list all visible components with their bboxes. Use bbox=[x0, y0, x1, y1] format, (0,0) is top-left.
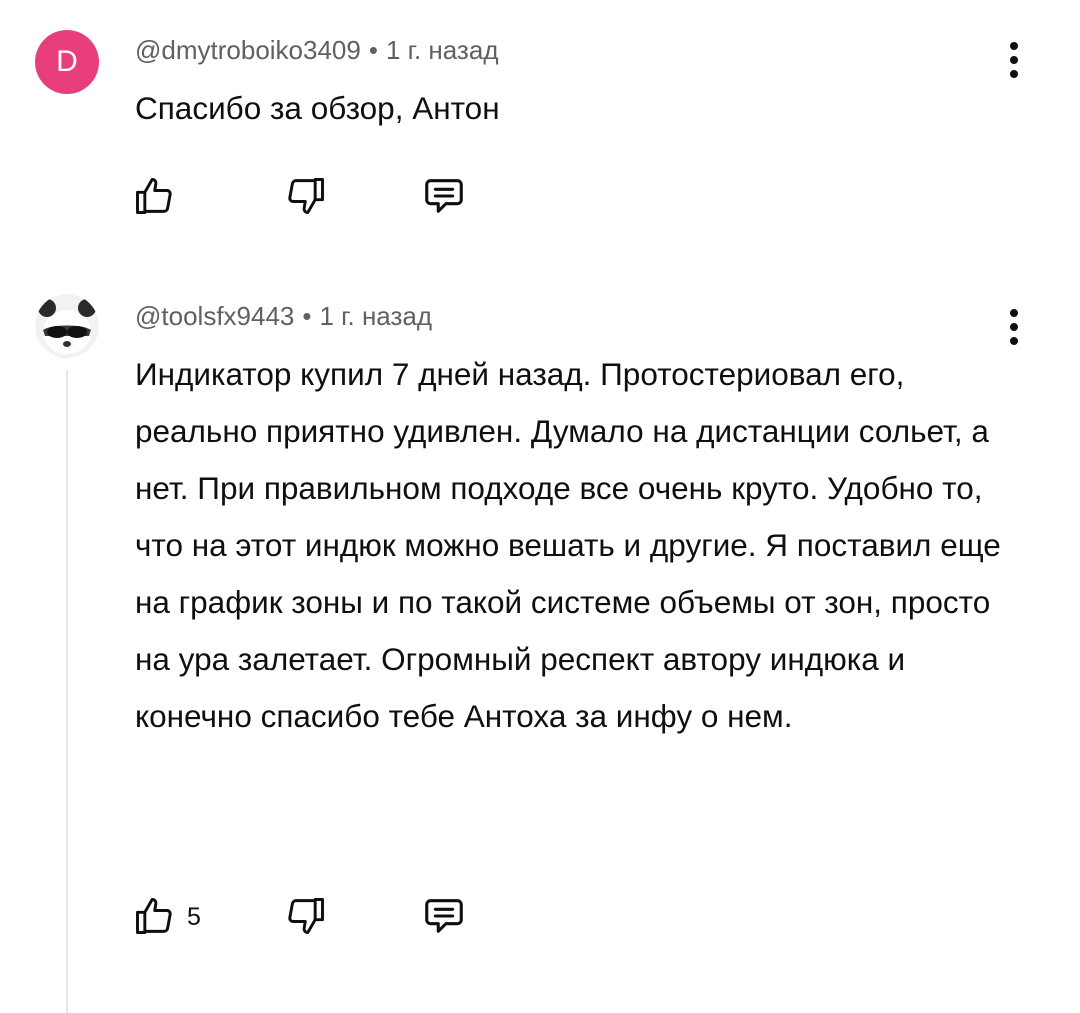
author-handle[interactable]: @dmytroboiko3409 bbox=[135, 35, 361, 65]
more-vertical-icon bbox=[1010, 309, 1018, 345]
avatar-letter: D bbox=[56, 45, 78, 78]
more-options-button[interactable] bbox=[994, 30, 1034, 90]
more-vertical-icon bbox=[1010, 42, 1018, 78]
dislike-button[interactable] bbox=[280, 890, 332, 942]
dislike-button[interactable] bbox=[280, 170, 332, 222]
like-count: 5 bbox=[187, 903, 201, 931]
reply-thread-line bbox=[66, 370, 68, 1013]
panda-sunglasses-avatar-icon bbox=[35, 294, 99, 358]
reply-button[interactable] bbox=[418, 170, 470, 222]
comment-time[interactable]: 1 г. назад bbox=[320, 301, 433, 331]
author-handle[interactable]: @toolsfx9443 bbox=[135, 301, 294, 331]
avatar[interactable] bbox=[35, 294, 99, 358]
comment-text: Индикатор купил 7 дней назад. Протостери… bbox=[135, 356, 1001, 734]
comment-time[interactable]: 1 г. назад bbox=[386, 35, 499, 65]
meta-separator: • bbox=[368, 35, 378, 65]
reply-button[interactable] bbox=[418, 890, 470, 942]
thumbs-up-icon bbox=[136, 898, 172, 934]
comment-meta: @dmytroboiko3409 • 1 г. назад bbox=[135, 35, 499, 66]
comment-icon bbox=[425, 179, 463, 213]
like-button[interactable] bbox=[128, 890, 180, 942]
thumbs-up-icon bbox=[136, 178, 172, 214]
comment-icon bbox=[425, 899, 463, 933]
comment-meta: @toolsfx9443 • 1 г. назад bbox=[135, 301, 432, 332]
comment-text: Спасибо за обзор, Антон bbox=[135, 90, 500, 126]
like-button[interactable] bbox=[128, 170, 180, 222]
thumbs-down-icon bbox=[288, 178, 324, 214]
more-options-button[interactable] bbox=[994, 297, 1034, 357]
thumbs-down-icon bbox=[288, 898, 324, 934]
avatar[interactable]: D bbox=[35, 30, 99, 94]
meta-separator: • bbox=[302, 301, 312, 331]
